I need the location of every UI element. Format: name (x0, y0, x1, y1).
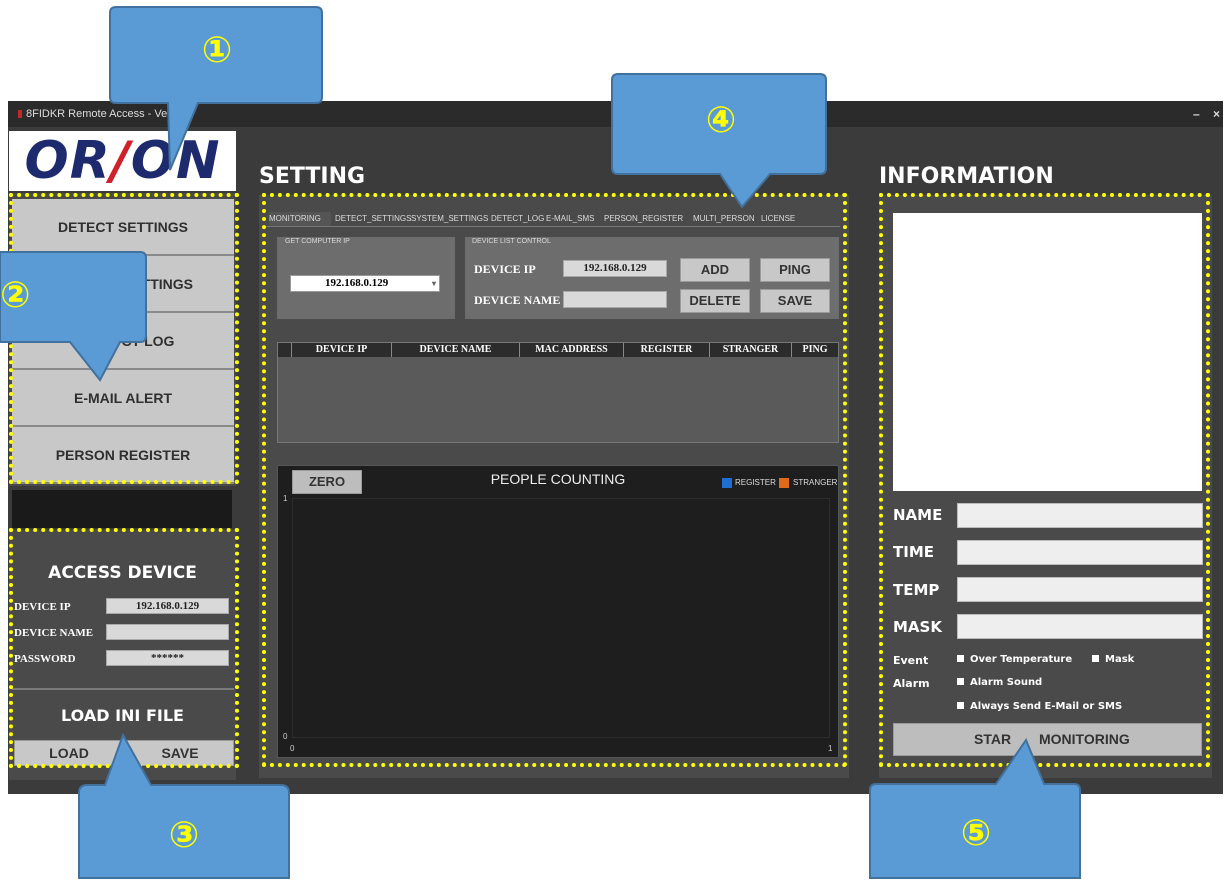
callout-5-number: ⑤ (960, 813, 992, 854)
close-button[interactable]: × (1213, 101, 1220, 127)
callout-3 (78, 733, 290, 879)
highlight-area-3 (9, 528, 239, 768)
callout-4 (611, 73, 827, 209)
callout-2-shape (0, 251, 147, 382)
logo-text-left: OR (24, 131, 111, 191)
status-bar (12, 490, 232, 528)
callout-5 (869, 738, 1081, 879)
highlight-area-5 (879, 193, 1210, 767)
callout-2-number: ② (0, 275, 31, 316)
callout-1-number: ① (201, 30, 233, 71)
callout-4-number: ④ (705, 100, 737, 141)
information-title: INFORMATION (879, 164, 1054, 189)
callout-3-number: ③ (168, 815, 200, 856)
highlight-area-4 (262, 193, 847, 767)
callout-2 (0, 251, 147, 382)
app-icon (18, 110, 22, 118)
callout-3-shape (78, 733, 290, 879)
callout-5-shape (869, 738, 1081, 879)
minimize-button[interactable]: – (1193, 101, 1200, 127)
